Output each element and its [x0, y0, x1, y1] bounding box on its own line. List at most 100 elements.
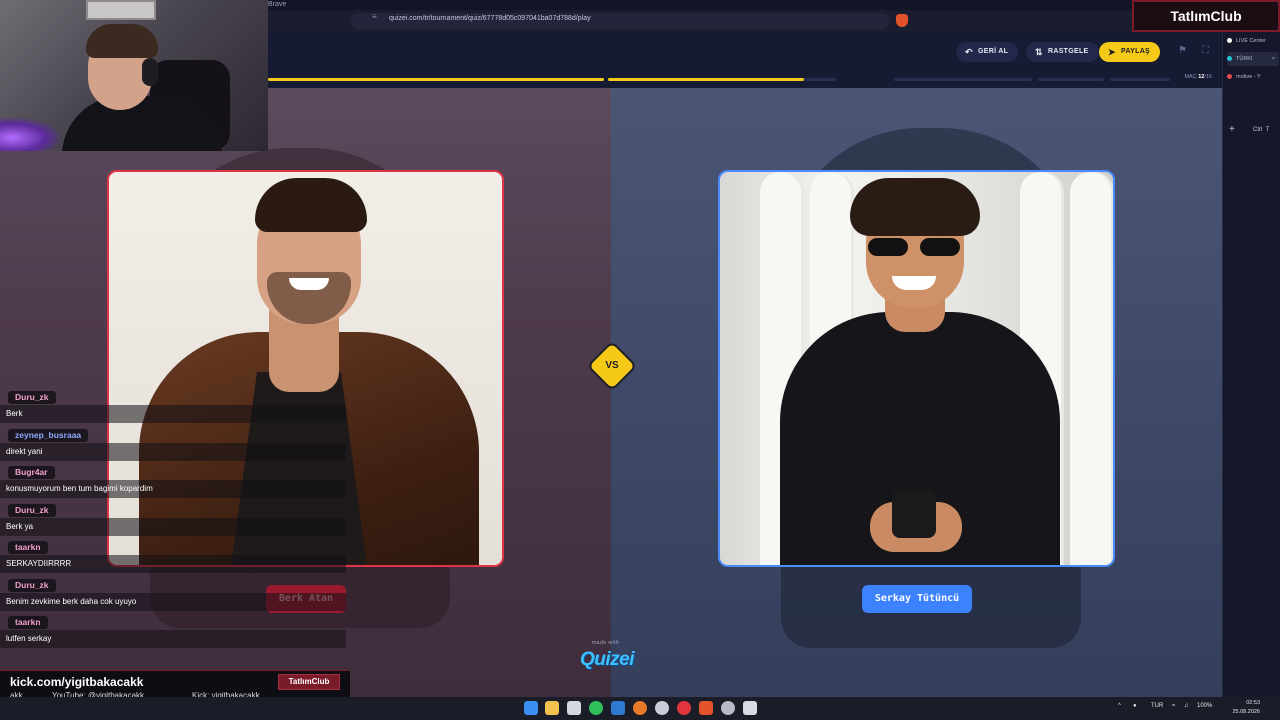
progress-segment-1: [268, 78, 604, 81]
kick-url: kick.com/yigitbakacakk: [10, 675, 144, 689]
brave-shield-icon[interactable]: [896, 14, 908, 27]
address-bar-url[interactable]: quizei.com/tr/tournament/quiz/67778d05c0…: [389, 13, 591, 24]
made-with-label: made with: [592, 640, 620, 646]
tab-label: motive - Y: [1236, 74, 1261, 80]
system-clock[interactable]: 02:53 25.08.2026: [1208, 699, 1260, 717]
chat-username: zeynep_busraaa: [8, 428, 89, 442]
chat-message: Duru_zk Benim zevkime berk daha cok uyuy…: [0, 578, 350, 617]
progress-segment-3: [894, 78, 1032, 81]
undo-button[interactable]: ↶ GERİ AL: [956, 42, 1019, 62]
burst-app-icon[interactable]: [633, 701, 647, 715]
headset-icon: [142, 58, 158, 86]
fullscreen-icon[interactable]: ⛶: [1202, 45, 1209, 56]
whatsapp-icon[interactable]: [589, 701, 603, 715]
chat-text: lutfen serkay: [0, 630, 346, 648]
clock-time: 02:53: [1246, 700, 1260, 706]
tab-live-center[interactable]: LIVE Center: [1227, 34, 1279, 48]
right-name-button[interactable]: Serkay Tütüncü: [862, 585, 972, 613]
chat-text: konusmuyorum ben tum bagimi kopardim: [0, 480, 346, 498]
rgb-light: [0, 118, 60, 151]
chat-message: Duru_zk Berk ya: [0, 503, 350, 542]
quizei-logo[interactable]: Quizei: [580, 649, 635, 671]
footer-brand-badge: TatlımClub: [278, 674, 340, 690]
wall-picture: [86, 0, 156, 20]
settings-gear-icon[interactable]: [721, 701, 735, 715]
chat-message: taarkn SERKAYDIIRRRR: [0, 541, 350, 579]
flag-icon[interactable]: ⚑: [1178, 45, 1187, 56]
clock-date: 25.08.2026: [1232, 709, 1260, 715]
vs-label: VS: [605, 360, 619, 371]
progress-segment-2: [608, 78, 836, 81]
chatgpt-icon[interactable]: [655, 701, 669, 715]
wifi-icon[interactable]: ≈: [1172, 703, 1175, 709]
stream-brand-box: TatlımClub: [1132, 0, 1280, 32]
coffee-cup: [892, 490, 936, 538]
tab-label: TÜRKİ: [1236, 56, 1253, 62]
undo-label: GERİ AL: [978, 48, 1009, 55]
chat-message: Bugr4ar konusmuyorum ben tum bagimi kopa…: [0, 466, 350, 504]
chat-username: Duru_zk: [8, 503, 56, 517]
tab-turki[interactable]: TÜRKİ ×: [1227, 52, 1279, 66]
chat-app-icon[interactable]: [743, 701, 757, 715]
stream-brand-text: TatlımClub: [1170, 8, 1242, 24]
tab-motive[interactable]: motive - Y: [1227, 70, 1279, 84]
match-total: /16: [1204, 74, 1212, 80]
microphone-icon[interactable]: ●: [1133, 703, 1137, 709]
site-info-icon[interactable]: ≡: [372, 12, 377, 21]
chat-username: taarkn: [8, 541, 48, 554]
match-counter: MAÇ 12/16: [1184, 74, 1212, 80]
new-tab-shortcut: Ctrl T: [1253, 127, 1269, 133]
streamer-hair: [86, 24, 158, 58]
tab-label: LIVE Center: [1236, 38, 1266, 44]
windows-start-icon[interactable]: [524, 701, 538, 715]
send-icon: ➤: [1108, 47, 1116, 57]
webcam-overlay: [0, 0, 268, 151]
smile: [289, 278, 329, 290]
new-tab-button[interactable]: +: [1229, 124, 1235, 135]
brave-browser-icon[interactable]: [699, 701, 713, 715]
surfboard: [1070, 172, 1113, 565]
chat-message: zeynep_busraaa direkt yani: [0, 428, 350, 467]
tiktok-icon: [1227, 38, 1232, 44]
random-label: RASTGELE: [1048, 48, 1089, 55]
calendar-icon[interactable]: [567, 701, 581, 715]
chat-text: Berk ya: [0, 517, 346, 536]
close-tab-icon[interactable]: ×: [1272, 52, 1275, 66]
browser-name: Brave: [268, 1, 287, 8]
share-label: PAYLAŞ: [1121, 48, 1151, 55]
progress-fill: [608, 78, 805, 81]
media-player-icon[interactable]: [677, 701, 691, 715]
speaker-icon[interactable]: ♫: [1184, 703, 1189, 709]
chat-username: Duru_zk: [8, 578, 56, 592]
tray-caret-icon[interactable]: ^: [1118, 703, 1121, 709]
chat-message: Duru_zk Berk: [0, 391, 350, 429]
chat-username: Bugr4ar: [8, 466, 55, 479]
random-button[interactable]: ⇅ RASTGELE: [1026, 42, 1099, 62]
mail-icon[interactable]: [611, 701, 625, 715]
chat-username: Duru_zk: [8, 391, 56, 404]
share-button[interactable]: ➤ PAYLAŞ: [1099, 42, 1161, 62]
shortcut-ctrl: Ctrl: [1253, 127, 1263, 133]
chat-text: direkt yani: [0, 442, 346, 461]
vertical-tab-panel: LIVE Center TÜRKİ × motive - Y + Ctrl T: [1222, 32, 1280, 697]
chat-text: Benim zevkime berk daha cok uyuyo: [0, 592, 346, 611]
undo-icon: ↶: [965, 47, 973, 57]
language-indicator[interactable]: TUR: [1151, 703, 1163, 709]
file-explorer-icon[interactable]: [545, 701, 559, 715]
right-contestant-card[interactable]: [718, 170, 1115, 567]
chat-message: taarkn lutfen serkay: [0, 616, 350, 654]
chat-text: SERKAYDIIRRRR: [0, 555, 346, 573]
screen: Brave ◯ ≡ quizei.com/tr/tournament/quiz/…: [0, 0, 1280, 720]
chat-text: Berk: [0, 405, 346, 423]
progress-segment-5: [1110, 78, 1170, 81]
shuffle-icon: ⇅: [1035, 47, 1043, 57]
site-favicon-icon: [1227, 56, 1232, 62]
youtube-icon: [1227, 74, 1232, 80]
progress-fill: [268, 78, 604, 81]
shortcut-t: T: [1265, 127, 1270, 133]
browser-toolbar: ◯ ≡ quizei.com/tr/tournament/quiz/67778d…: [268, 10, 1230, 32]
curly-hair: [850, 178, 980, 236]
chat-username: taarkn: [8, 616, 48, 629]
match-label: MAÇ: [1184, 74, 1197, 80]
progress-segment-4: [1038, 78, 1104, 81]
